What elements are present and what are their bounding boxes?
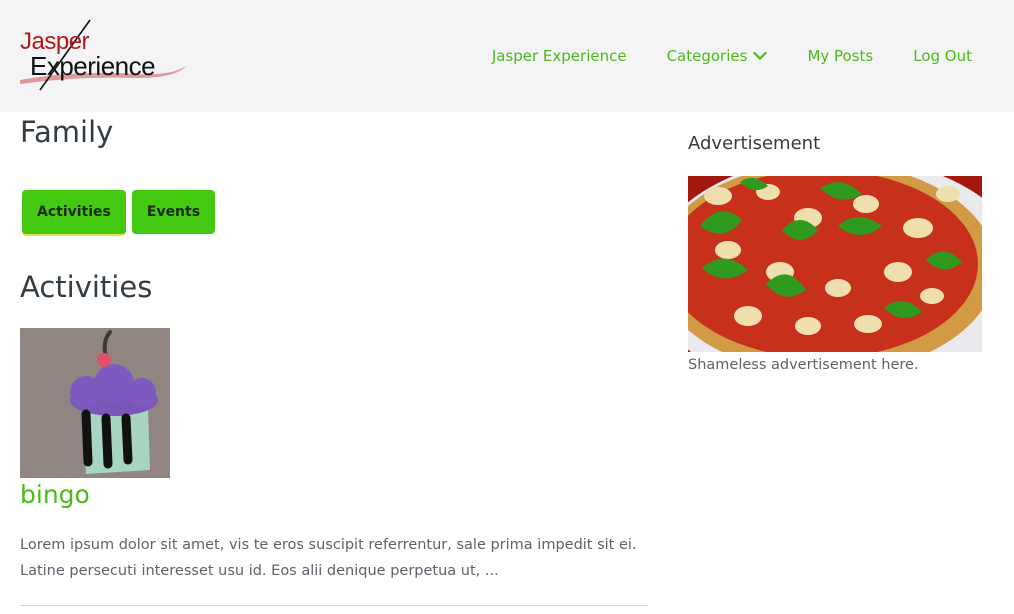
ad-title: Advertisement — [688, 133, 821, 154]
ad-caption: Shameless advertisement here. — [688, 357, 919, 373]
post-divider — [20, 605, 648, 606]
site-logo[interactable]: Jasper Experience — [16, 18, 191, 96]
nav-item-jasper-experience[interactable]: Jasper Experience — [492, 47, 627, 65]
page-title: Family — [20, 115, 114, 149]
activities-button[interactable]: Activities — [22, 190, 126, 234]
post-title-link[interactable]: bingo — [20, 480, 90, 509]
section-title: Activities — [20, 270, 153, 304]
events-button[interactable]: Events — [131, 190, 216, 234]
site-header: Jasper Experience Jasper Experience Cate… — [0, 0, 1014, 112]
nav-item-categories-label: Categories — [666, 47, 748, 65]
chevron-down-icon — [753, 47, 768, 65]
nav-item-categories[interactable]: Categories — [667, 47, 768, 65]
nav-item-my-posts[interactable]: My Posts — [807, 47, 873, 65]
post-excerpt: Lorem ipsum dolor sit amet, vis te eros … — [20, 537, 637, 579]
nav-item-log-out[interactable]: Log Out — [913, 47, 972, 65]
logo-text-experience: Experience — [30, 51, 156, 81]
post-thumbnail[interactable] — [20, 328, 170, 478]
ad-image[interactable] — [688, 176, 982, 352]
main-nav: Jasper Experience Categories My Posts Lo… — [492, 0, 1014, 112]
category-filter: Activities Events — [22, 190, 216, 234]
